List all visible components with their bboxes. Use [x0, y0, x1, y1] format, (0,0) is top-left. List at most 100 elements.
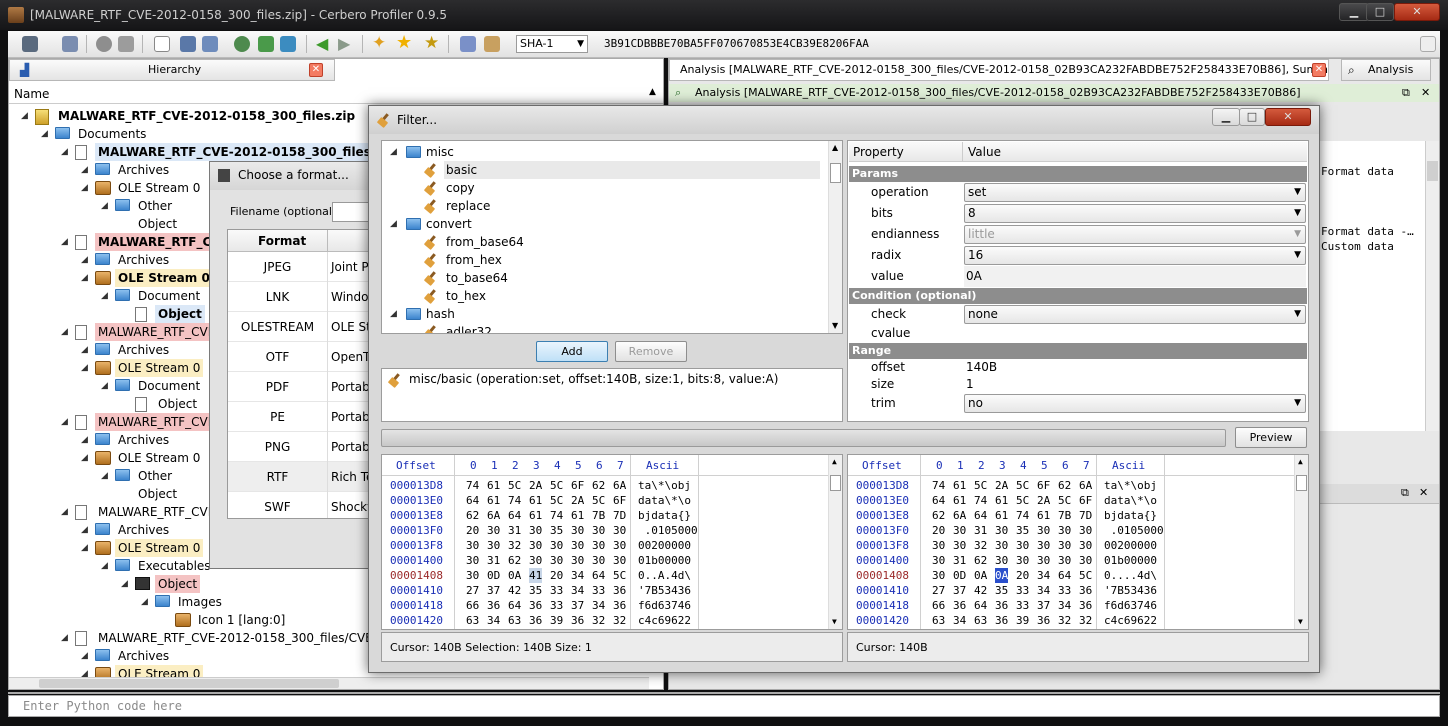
hex-byte[interactable]: 5C [1058, 493, 1071, 508]
tree-expander-icon[interactable]: ◢ [101, 381, 108, 391]
hex-ascii[interactable]: data\*\o [638, 493, 691, 508]
hex-offset[interactable]: 000013E8 [390, 508, 443, 523]
hex-ascii[interactable]: 0..A.4d\ [638, 568, 691, 583]
filter-icon[interactable] [460, 36, 476, 52]
hex-byte[interactable]: 5C [1016, 493, 1029, 508]
hex-byte[interactable]: 0D [487, 568, 500, 583]
hex-byte[interactable]: 36 [1079, 583, 1092, 598]
scroll-thumb[interactable] [39, 679, 339, 688]
tree-item[interactable]: Object [155, 305, 205, 323]
added-filter-item[interactable]: misc/basic (operation:set, offset:140B, … [409, 372, 778, 386]
edit-icon[interactable] [484, 36, 500, 52]
hex-byte[interactable]: 30 [466, 538, 479, 553]
value-field[interactable]: 0A [964, 266, 1306, 287]
hex-byte[interactable]: 33 [550, 583, 563, 598]
scroll-up-icon[interactable]: ▲ [832, 143, 838, 152]
hex-ascii[interactable]: f6d63746 [1104, 598, 1157, 613]
hex-byte[interactable]: 30 [487, 538, 500, 553]
hex-ascii[interactable]: '7B53436 [638, 583, 691, 598]
tree-expander-icon[interactable]: ◢ [61, 507, 68, 517]
tree-expander-icon[interactable]: ◢ [101, 291, 108, 301]
forward-arrow-icon[interactable]: ▶ [338, 34, 350, 53]
hex-byte[interactable]: 61 [953, 493, 966, 508]
tree-expander-icon[interactable]: ◢ [41, 129, 48, 139]
hex-byte[interactable]: 30 [613, 553, 626, 568]
hex-byte[interactable]: 30 [1037, 538, 1050, 553]
tree-item[interactable]: Archives [115, 431, 172, 449]
scroll-thumb[interactable] [830, 163, 841, 183]
hex-byte[interactable]: 31 [974, 523, 987, 538]
format-row[interactable]: RTF Rich Te [228, 462, 376, 492]
hex-byte[interactable]: 34 [953, 613, 966, 628]
hex-ascii[interactable]: bjdata{} [1104, 508, 1157, 523]
hex-byte[interactable]: 5C [974, 478, 987, 493]
hex-byte[interactable]: 5C [508, 478, 521, 493]
format-row[interactable]: PNG Portabl [228, 432, 376, 462]
hex-byte[interactable]: 36 [1037, 613, 1050, 628]
tree-expander-icon[interactable]: ◢ [81, 345, 88, 355]
tree-expander-icon[interactable]: ◢ [390, 219, 397, 229]
hex-offset[interactable]: 000013F0 [856, 523, 909, 538]
hex-offset[interactable]: 00001418 [390, 598, 443, 613]
tree-item[interactable]: OLE Stream 0 [115, 269, 213, 287]
hex-byte[interactable]: 61 [953, 478, 966, 493]
hex-ascii[interactable]: 00200000 [1104, 538, 1157, 553]
hex-byte[interactable]: 30 [1079, 523, 1092, 538]
hex-byte[interactable]: 7D [1079, 508, 1092, 523]
tree-expander-icon[interactable]: ◢ [390, 147, 397, 157]
hex-byte[interactable]: 20 [466, 523, 479, 538]
hex-byte[interactable]: 30 [529, 523, 542, 538]
hex-byte[interactable]: 37 [487, 583, 500, 598]
float-icon[interactable]: ⧉ [1401, 486, 1409, 500]
hex-view-preview[interactable]: Offset 0 1 2 3 4 5 6 7 Ascii 000013D8 74 61 5C 2A 5C 6F 6… [847, 454, 1309, 630]
hex-byte[interactable]: 6F [571, 478, 584, 493]
hex-ascii[interactable]: '7B53436 [1104, 583, 1157, 598]
hex-ascii[interactable]: 0....4d\ [1104, 568, 1157, 583]
filter-tree-item[interactable]: misc [426, 143, 454, 161]
filter-tree-item[interactable]: replace [446, 197, 490, 215]
star-list-icon[interactable]: ★ [424, 33, 439, 53]
save-icon[interactable] [22, 36, 38, 52]
tree-item[interactable]: Document [135, 377, 203, 395]
hex-byte[interactable]: 5C [1016, 478, 1029, 493]
hex-offset[interactable]: 00001400 [856, 553, 909, 568]
hex-ascii[interactable]: ta\*\obj [1104, 478, 1157, 493]
hex-offset[interactable]: 000013E0 [390, 493, 443, 508]
hex-offset[interactable]: 000013F8 [390, 538, 443, 553]
tree-item[interactable]: Other [135, 197, 175, 215]
hex-byte[interactable]: 74 [932, 478, 945, 493]
hex-byte[interactable]: 34 [571, 583, 584, 598]
hex-byte[interactable]: 36 [529, 598, 542, 613]
hex-ascii[interactable]: data\*\o [1104, 493, 1157, 508]
hex-byte[interactable]: 30 [932, 538, 945, 553]
hex-offset[interactable]: 00001400 [390, 553, 443, 568]
copy-icon[interactable] [1420, 36, 1436, 52]
hex-byte[interactable]: 30 [529, 553, 542, 568]
hex-byte[interactable]: 30 [1079, 538, 1092, 553]
hex-byte[interactable]: 31 [953, 553, 966, 568]
filter-tree-item[interactable]: copy [446, 179, 475, 197]
hex-byte[interactable]: 5C [613, 568, 626, 583]
hex-byte[interactable]: 30 [1058, 553, 1071, 568]
hex-byte[interactable]: 37 [1037, 598, 1050, 613]
hex-byte[interactable]: 30 [953, 523, 966, 538]
hex-byte[interactable]: 6F [1079, 493, 1092, 508]
hex-offset[interactable]: 00001410 [390, 583, 443, 598]
scroll-thumb[interactable] [830, 475, 841, 491]
hex-byte[interactable]: 41 [529, 568, 543, 583]
hex-byte[interactable]: 5C [550, 478, 563, 493]
tree-item[interactable]: Icon 1 [lang:0] [195, 611, 288, 629]
horizontal-scrollbar[interactable] [9, 677, 649, 689]
filter-tree-item[interactable]: from_hex [446, 251, 502, 269]
radix-select[interactable]: 16 ▼ [964, 246, 1306, 265]
hex-byte[interactable]: 36 [487, 598, 500, 613]
hex-byte[interactable]: 62 [974, 553, 987, 568]
star-icon[interactable]: ★ [396, 32, 412, 53]
hex-offset[interactable]: 000013F0 [390, 523, 443, 538]
tree-expander-icon[interactable]: ◢ [81, 273, 88, 283]
format-row[interactable]: PDF Portabl [228, 372, 376, 402]
hex-ascii[interactable]: .0105000 [1104, 523, 1164, 538]
hex-byte[interactable]: 32 [592, 613, 605, 628]
hex-byte[interactable]: 64 [592, 568, 605, 583]
hex-byte[interactable]: 30 [592, 538, 605, 553]
